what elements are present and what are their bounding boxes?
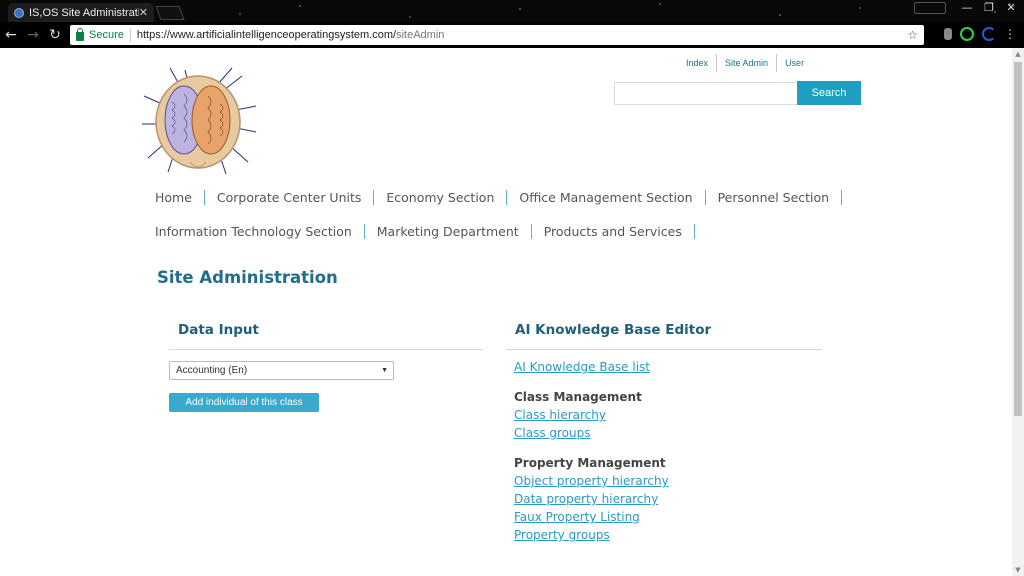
- menu-icon[interactable]: ⋮: [1004, 28, 1016, 40]
- extension-icon[interactable]: [944, 28, 952, 40]
- secure-label: Secure: [89, 29, 124, 41]
- nav-corporate-center-units[interactable]: Corporate Center Units: [205, 189, 375, 205]
- extension-green-icon[interactable]: [960, 27, 974, 41]
- nav-home[interactable]: Home: [143, 189, 205, 205]
- nav-marketing-department[interactable]: Marketing Department: [365, 223, 532, 239]
- url-base: https://www.artificialintelligenceoperat…: [136, 29, 397, 41]
- tab-title: IS,OS Site Administration: [29, 6, 139, 19]
- profile-button[interactable]: [914, 2, 946, 14]
- add-individual-button[interactable]: Add individual of this class: [169, 393, 319, 412]
- class-select-value: Accounting (En): [176, 365, 248, 376]
- browser-toolbar: ← → ↻ Secure https://www.artificialintel…: [0, 22, 1024, 48]
- property-management-heading: Property Management: [514, 456, 666, 470]
- property-groups-link[interactable]: Property groups: [514, 526, 669, 544]
- page-title: Site Administration: [157, 268, 338, 287]
- scroll-thumb[interactable]: [1014, 62, 1022, 416]
- faux-property-listing-link[interactable]: Faux Property Listing: [514, 508, 669, 526]
- scroll-up-icon[interactable]: ▲: [1012, 48, 1024, 60]
- extensions: ⋮: [944, 27, 1016, 41]
- close-tab-icon[interactable]: ✕: [139, 6, 148, 19]
- top-link-user[interactable]: User: [777, 54, 812, 72]
- extension-blue-icon[interactable]: [982, 27, 996, 41]
- data-input-title: Data Input: [178, 322, 259, 338]
- browser-tab[interactable]: IS,OS Site Administration ✕: [8, 3, 154, 22]
- nav-row: Information Technology Section Marketing…: [143, 214, 823, 248]
- nav-row: Home Corporate Center Units Economy Sect…: [143, 180, 843, 214]
- search-button[interactable]: Search: [797, 81, 861, 105]
- restore-icon[interactable]: ❐: [980, 0, 998, 16]
- back-icon[interactable]: ←: [0, 27, 22, 43]
- object-property-hierarchy-link[interactable]: Object property hierarchy: [514, 472, 669, 490]
- top-link-index[interactable]: Index: [678, 54, 718, 72]
- class-select[interactable]: Accounting (En) ▼: [169, 361, 394, 380]
- chevron-down-icon: ▼: [381, 367, 388, 374]
- star-icon[interactable]: ☆: [907, 28, 918, 42]
- new-tab-button[interactable]: [155, 6, 185, 20]
- globe-icon: [14, 7, 24, 18]
- search-input[interactable]: [614, 82, 797, 105]
- nav-products-and-services[interactable]: Products and Services: [532, 223, 695, 239]
- data-property-hierarchy-link[interactable]: Data property hierarchy: [514, 490, 669, 508]
- main-navigation: Home Corporate Center Units Economy Sect…: [143, 180, 843, 248]
- forward-icon[interactable]: →: [22, 27, 44, 43]
- page-scrollbar[interactable]: ▲ ▼: [1012, 48, 1024, 576]
- nav-personnel-section[interactable]: Personnel Section: [706, 189, 843, 205]
- kb-editor-title: AI Knowledge Base Editor: [515, 322, 712, 338]
- brain-logo: [142, 67, 257, 175]
- address-bar[interactable]: Secure https://www.artificialintelligenc…: [70, 25, 924, 45]
- kb-editor-links: AI Knowledge Base list Class Management …: [514, 358, 669, 544]
- nav-information-technology-section[interactable]: Information Technology Section: [143, 223, 365, 239]
- class-groups-link[interactable]: Class groups: [514, 424, 669, 442]
- url-path: siteAdmin: [396, 29, 445, 41]
- nav-economy-section[interactable]: Economy Section: [374, 189, 508, 205]
- top-link-site-admin[interactable]: Site Admin: [717, 54, 778, 72]
- web-page: Index Site Admin User Search Home Corpor…: [0, 48, 1012, 576]
- minimize-icon[interactable]: —: [958, 0, 976, 16]
- lock-icon: [76, 27, 84, 41]
- top-links: Index Site Admin User: [678, 54, 812, 72]
- close-window-icon[interactable]: ✕: [1002, 0, 1020, 16]
- scroll-down-icon[interactable]: ▼: [1012, 564, 1024, 576]
- address-divider: [129, 28, 131, 42]
- data-input-divider: [169, 349, 483, 350]
- class-management-heading: Class Management: [514, 390, 642, 404]
- window-controls: — ❐ ✕: [958, 0, 1020, 16]
- kb-list-link[interactable]: AI Knowledge Base list: [514, 358, 669, 376]
- kb-editor-divider: [506, 349, 822, 350]
- window-titlebar: IS,OS Site Administration ✕ — ❐ ✕: [0, 0, 1024, 22]
- reload-icon[interactable]: ↻: [44, 27, 66, 43]
- class-hierarchy-link[interactable]: Class hierarchy: [514, 406, 669, 424]
- nav-office-management-section[interactable]: Office Management Section: [507, 189, 706, 205]
